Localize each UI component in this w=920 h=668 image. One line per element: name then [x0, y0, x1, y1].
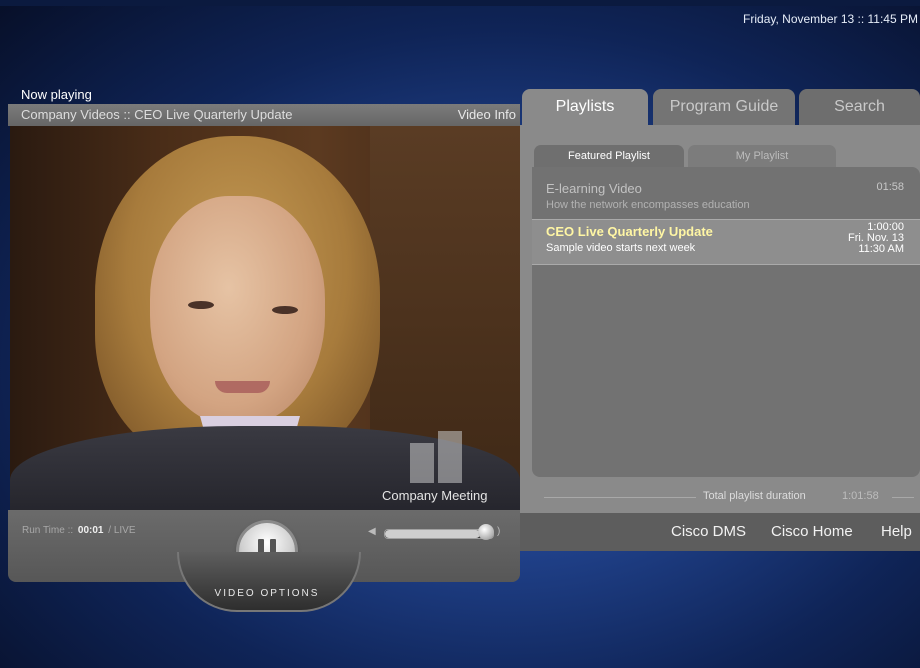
- volume-knob[interactable]: [478, 524, 494, 540]
- date-time: Friday, November 13 :: 11:45 PM: [743, 12, 918, 26]
- run-time-value: 00:01: [77, 525, 104, 536]
- item-description: Sample video starts next week: [546, 242, 696, 254]
- list-item[interactable]: E-learning Video How the network encompa…: [532, 177, 920, 215]
- video-subject-mouth: [215, 381, 270, 393]
- item-description: How the network encompasses education: [546, 199, 750, 211]
- item-schedule: 1:00:00 Fri. Nov. 13 11:30 AM: [848, 222, 904, 255]
- list-item[interactable]: CEO Live Quarterly Update Sample video s…: [532, 219, 920, 265]
- volume-low-icon: ◀: [368, 526, 376, 537]
- footer-links: Cisco DMS Cisco Home Help: [520, 513, 920, 551]
- divider: [544, 497, 696, 498]
- subtab-my-playlist[interactable]: My Playlist: [688, 145, 836, 167]
- company-logo-icon: [410, 431, 472, 483]
- video-watermark: Company Meeting: [382, 488, 488, 503]
- video-options-button[interactable]: VIDEO OPTIONS: [177, 552, 361, 612]
- tab-program-guide[interactable]: Program Guide: [653, 89, 795, 125]
- item-title: E-learning Video: [546, 181, 642, 196]
- video-options-arc: [177, 552, 361, 612]
- item-duration: 01:58: [876, 181, 904, 193]
- playlist-total: Total playlist duration 1:01:58: [520, 489, 920, 507]
- video-info-link[interactable]: Video Info: [458, 107, 516, 122]
- video-options-label: VIDEO OPTIONS: [214, 588, 320, 599]
- title-bar: Company Videos :: CEO Live Quarterly Upd…: [8, 104, 520, 126]
- video-frame[interactable]: Company Meeting: [10, 126, 520, 510]
- item-title: CEO Live Quarterly Update: [546, 224, 713, 239]
- item-time: 11:30 AM: [858, 243, 904, 255]
- subtab-featured-playlist[interactable]: Featured Playlist: [534, 145, 684, 167]
- run-time: Run Time :: 00:01 / LIVE: [22, 525, 136, 536]
- link-help[interactable]: Help: [881, 523, 912, 540]
- divider: [892, 497, 914, 498]
- link-cisco-home[interactable]: Cisco Home: [771, 523, 853, 540]
- panel-body: Featured Playlist My Playlist E-learning…: [520, 125, 920, 513]
- volume-high-icon: ): [497, 526, 501, 537]
- run-time-label: Run Time ::: [22, 525, 74, 536]
- tab-search[interactable]: Search: [799, 89, 920, 125]
- playlist-list: E-learning Video How the network encompa…: [532, 167, 920, 477]
- video-subject-eye: [188, 301, 214, 309]
- video-subject-eye: [272, 306, 298, 314]
- now-playing-title: Company Videos :: CEO Live Quarterly Upd…: [21, 107, 293, 122]
- link-cisco-dms[interactable]: Cisco DMS: [671, 523, 746, 540]
- tab-playlists[interactable]: Playlists: [522, 89, 648, 125]
- total-duration-label: Total playlist duration: [703, 490, 806, 502]
- volume-fill: [385, 530, 481, 538]
- player-header: Now playing Company Videos :: CEO Live Q…: [8, 86, 520, 126]
- total-duration-value: 1:01:58: [842, 490, 879, 502]
- playlist-panel: Playlists Program Guide Search Featured …: [520, 89, 920, 551]
- top-strip: [0, 0, 920, 6]
- now-playing-label: Now playing: [21, 87, 92, 102]
- run-time-suffix: / LIVE: [108, 525, 136, 536]
